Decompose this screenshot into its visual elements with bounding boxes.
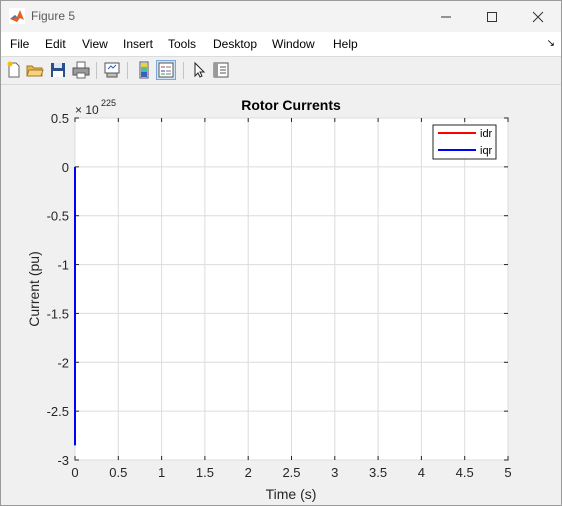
window-title: Figure 5 [31,9,76,23]
save-icon [51,63,65,77]
menu-view[interactable]: View [82,37,108,51]
y-tick-label: -2 [57,355,69,370]
x-tick-label: 0 [71,465,78,480]
legend[interactable]: idr iqr [432,124,497,160]
toolbar-separator [96,62,97,79]
property-inspector-icon [213,62,229,78]
x-tick-label: 0.5 [109,465,127,480]
new-figure-icon [7,61,20,78]
x-tick-label: 4.5 [456,465,474,480]
property-inspector-button[interactable] [211,60,231,80]
x-tick-label: 5 [504,465,511,480]
menu-window[interactable]: Window [272,37,315,51]
x-axis-label: Time (s) [266,486,317,502]
y-exponent-base: × 10 [75,103,99,117]
menu-insert[interactable]: Insert [123,37,153,51]
new-figure-button[interactable] [4,60,24,80]
menu-desktop[interactable]: Desktop [213,37,257,51]
open-file-button[interactable] [25,60,45,80]
chart-title: Rotor Currents [241,97,341,113]
x-tick-label: 4 [418,465,425,480]
print-button[interactable] [71,60,91,80]
y-tick-label: -0.5 [47,209,69,224]
insert-legend-icon [158,62,174,78]
dock-arrow-icon[interactable]: ↘ [547,38,555,49]
edit-plot-button[interactable] [189,60,209,80]
edit-plot-pointer-icon [194,61,206,78]
x-tick-label: 3 [331,465,338,480]
y-tick-label: -3 [57,453,69,468]
save-button[interactable] [48,60,68,80]
figure-canvas: 0 0.5 1 1.5 2 2.5 3 3.5 4 4.5 5 0.5 0 -0.5 -1 -1.5 -2 -2.… [1,85,561,505]
print-icon [72,61,90,79]
link-plot-button[interactable] [102,60,122,80]
y-tick-label: -2.5 [47,404,69,419]
close-icon [532,11,544,22]
title-bar: Figure 5 [1,1,561,32]
x-tick-label: 2.5 [282,465,300,480]
menu-bar: File Edit View Insert Tools Desktop Wind… [1,32,561,57]
maximize-button[interactable] [469,1,515,32]
menu-tools[interactable]: Tools [168,37,196,51]
x-tick-label: 2 [245,465,252,480]
toolbar-separator [183,62,184,79]
legend-label-iqr: iqr [480,145,493,157]
insert-colorbar-icon [139,61,149,79]
x-tick-label: 1 [158,465,165,480]
menu-edit[interactable]: Edit [45,37,66,51]
legend-label-idr: idr [480,128,493,140]
figure-window: Figure 5 File Edit View Insert Tools Des… [0,0,562,506]
minimize-button[interactable] [423,1,469,32]
figure-toolbar [1,57,561,85]
y-tick-label: 0.5 [51,111,69,126]
x-tick-label: 1.5 [196,465,214,480]
matlab-logo-icon [9,8,25,24]
x-tick-label: 3.5 [369,465,387,480]
insert-legend-button[interactable] [156,60,176,80]
y-tick-label: -1.5 [47,306,69,321]
close-button[interactable] [515,1,561,32]
toolbar-separator [127,62,128,79]
link-plot-icon [104,62,120,78]
rotor-currents-chart: 0 0.5 1 1.5 2 2.5 3 3.5 4 4.5 5 0.5 0 -0.5 -1 -1.5 -2 -2.… [26,97,512,502]
y-tick-label: -1 [57,258,69,273]
menu-file[interactable]: File [10,37,29,51]
y-exponent-power: 225 [101,98,116,108]
menu-help[interactable]: Help [333,37,358,51]
maximize-icon [487,11,497,22]
open-file-icon [26,65,44,77]
insert-colorbar-button[interactable] [134,60,154,80]
y-axis-label: Current (pu) [26,251,42,326]
minimize-icon [441,16,451,17]
y-tick-label: 0 [62,160,69,175]
